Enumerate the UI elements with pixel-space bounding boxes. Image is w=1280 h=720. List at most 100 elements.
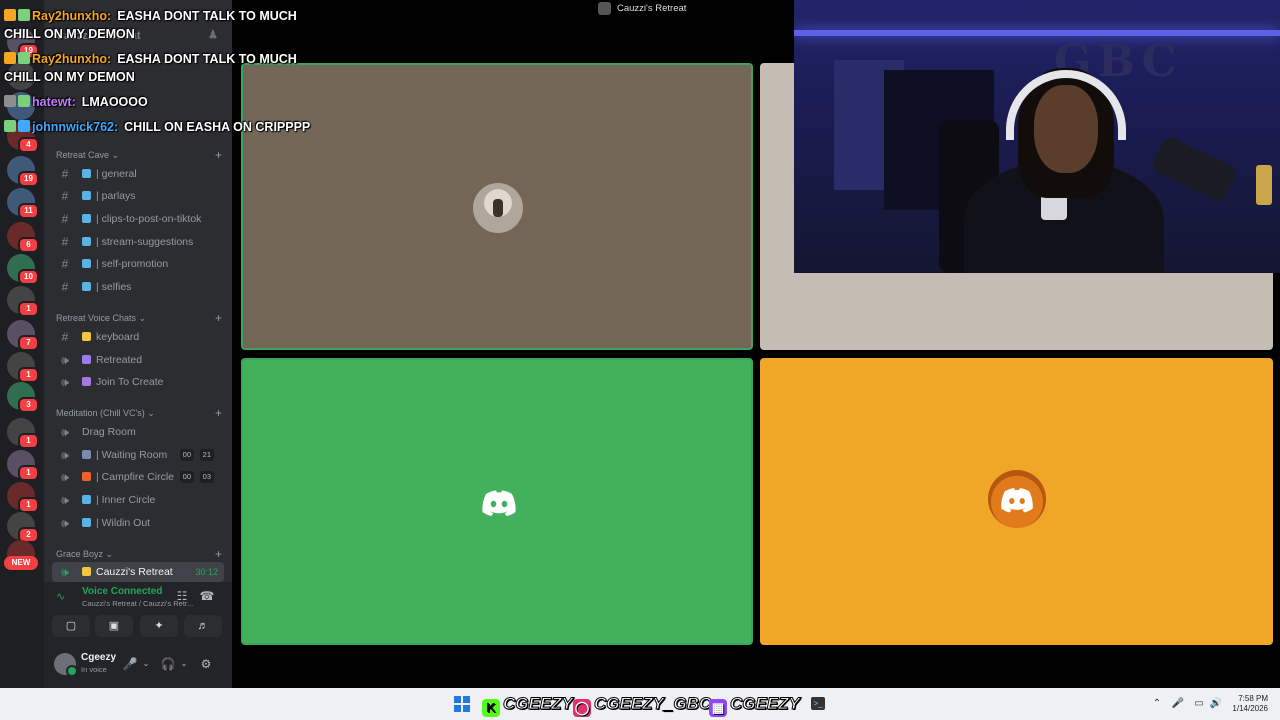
system-clock[interactable]: 7:58 PM 1/14/2026 [1232, 694, 1268, 714]
channel-keyboard[interactable]: # keyboard [52, 327, 224, 347]
username[interactable]: Cgeezy [81, 652, 116, 663]
channel-self-promotion[interactable]: # | self-promotion [52, 254, 224, 274]
hash-icon: # [61, 212, 69, 226]
channel-label: Join To Create [96, 376, 164, 388]
unread-badge: 1 [18, 497, 39, 513]
server-icon[interactable]: 1 [7, 482, 39, 513]
server-icon[interactable]: 10 [7, 254, 39, 285]
user-limit: 21 [199, 449, 214, 461]
signal-icon[interactable]: ∿ [56, 590, 70, 604]
add-channel-icon[interactable]: + [215, 547, 222, 561]
unread-badge: 3 [18, 397, 39, 413]
avatar[interactable] [54, 653, 78, 677]
noise-suppression-icon[interactable]: ☷ [174, 588, 190, 604]
activities-button[interactable]: ✦ [140, 615, 178, 637]
category-retreat-cave[interactable]: Retreat Cave ⌄ + [56, 148, 222, 162]
voice-channel-active[interactable]: 🕪 Cauzzi's Retreat 30:12 [52, 562, 224, 582]
channel-selfies[interactable]: # | selfies [52, 277, 224, 297]
add-channel-icon[interactable]: + [215, 148, 222, 162]
chat-text: EASHA DONT TALK TO MUCH [117, 9, 297, 23]
volume-icon[interactable]: 🔊 [1209, 697, 1223, 711]
add-channel-icon[interactable]: + [215, 311, 222, 325]
sparkle-badge-icon [4, 120, 16, 132]
channel-emoji-icon [82, 450, 91, 459]
channel-emoji-icon [82, 191, 91, 200]
server-icon[interactable]: 2 [7, 512, 39, 543]
server-icon[interactable]: 11 [7, 188, 39, 219]
video-tile-participant-4[interactable] [760, 358, 1273, 645]
category-label: Meditation (Chill VC's) [56, 408, 145, 418]
chevron-up-icon[interactable]: ⌃ [1150, 697, 1164, 711]
voice-channel-inner-circle[interactable]: 🕪 | Inner Circle [52, 490, 224, 510]
user-status: In voice [81, 665, 107, 674]
discord-logo-icon [482, 490, 516, 516]
category-grace-boyz[interactable]: Grace Boyz ⌄ + [56, 547, 222, 561]
windows-start-icon[interactable] [454, 696, 470, 712]
sparkle-badge-icon [18, 52, 30, 64]
disconnect-icon[interactable]: ☎ [199, 588, 215, 604]
channel-label: | Wildin Out [96, 517, 151, 529]
chevron-down-icon[interactable]: ⌄ [176, 656, 192, 672]
sparkle-badge-icon [18, 9, 30, 21]
instagram-icon: ◯ [573, 699, 591, 717]
channel-emoji-icon [82, 237, 91, 246]
sparkle-icon [82, 332, 91, 341]
microphone-icon[interactable]: 🎤 [122, 656, 138, 672]
speaker-icon: 🕪 [61, 470, 69, 484]
terminal-icon[interactable]: >_ [811, 697, 825, 710]
voice-channel-waiting-room[interactable]: 🕪 | Waiting Room 00 21 [52, 445, 224, 465]
server-icon[interactable]: 3 [7, 382, 39, 413]
hash-icon: # [61, 167, 69, 181]
microphone-icon[interactable]: 🎤 [1171, 697, 1185, 711]
speaker-icon: 🕪 [61, 425, 69, 439]
category-meditation[interactable]: Meditation (Chill VC's) ⌄ + [56, 406, 222, 420]
voice-channel-campfire-circle[interactable]: 🕪 | Campfire Circle 00 03 [52, 467, 224, 487]
twitch-handle: ▦ CGEEZY [709, 693, 800, 717]
user-count: 00 [179, 449, 194, 461]
channel-stream-suggestions[interactable]: # | stream-suggestions [52, 232, 224, 252]
channel-parlays[interactable]: # | parlays [52, 186, 224, 206]
server-icon[interactable]: 1 [7, 286, 39, 317]
add-channel-icon[interactable]: + [215, 406, 222, 420]
hash-icon: # [61, 280, 69, 294]
channel-emoji-icon [82, 214, 91, 223]
voice-status[interactable]: Voice Connected [82, 586, 162, 597]
server-icon[interactable]: 19 [7, 156, 39, 187]
voice-channel-join-to-create[interactable]: 🕪 Join To Create [52, 372, 224, 392]
voice-channel-wildin-out[interactable]: 🕪 | Wildin Out [52, 513, 224, 533]
server-icon[interactable]: 1 [7, 450, 39, 481]
unread-badge: 7 [18, 335, 39, 351]
chat-message: johnnwick762: CHILL ON EASHA ON CRIPPPP [4, 119, 310, 135]
speaker-icon: 🕪 [61, 375, 69, 389]
discord-logo-icon [1001, 488, 1033, 513]
gear-icon[interactable]: ⚙ [198, 656, 214, 672]
video-tile-participant-1[interactable] [241, 63, 753, 350]
chat-text: CHILL ON EASHA ON CRIPPPP [124, 120, 311, 134]
voice-channel-retreated[interactable]: 🕪 Retreated [52, 350, 224, 370]
chat-username: Ray2hunxho: [32, 9, 112, 23]
chevron-down-icon[interactable]: ⌄ [138, 656, 154, 672]
add-member-icon[interactable]: ♟ [208, 29, 220, 41]
voice-channel-drag-room[interactable]: 🕪 Drag Room [52, 422, 224, 442]
video-tile-participant-3[interactable] [241, 358, 753, 645]
channel-general[interactable]: # | general [52, 164, 224, 184]
channel-label: | general [96, 168, 137, 180]
camera-off-button[interactable]: ▢ [52, 615, 90, 637]
headphones-icon[interactable]: 🎧 [160, 656, 176, 672]
server-icon[interactable]: 1 [7, 418, 39, 449]
unread-badge: 1 [18, 433, 39, 449]
display-icon[interactable]: ▭ [1192, 697, 1206, 711]
channel-emoji-icon [82, 495, 91, 504]
new-badge[interactable]: NEW [4, 556, 38, 570]
drink-can [1256, 165, 1272, 205]
category-retreat-voice[interactable]: Retreat Voice Chats ⌄ + [56, 311, 222, 325]
server-icon[interactable]: 7 [7, 320, 39, 351]
user-count: 00 [179, 471, 194, 483]
user-badge-icon [18, 120, 30, 132]
server-icon[interactable]: 1 [7, 352, 39, 383]
soundboard-button[interactable]: ♬ [184, 615, 222, 637]
screen-share-button[interactable]: ▣ [95, 615, 133, 637]
channel-clips[interactable]: # | clips-to-post-on-tiktok [52, 209, 224, 229]
server-icon[interactable]: 6 [7, 222, 39, 253]
clock-time: 7:58 PM [1238, 694, 1268, 703]
